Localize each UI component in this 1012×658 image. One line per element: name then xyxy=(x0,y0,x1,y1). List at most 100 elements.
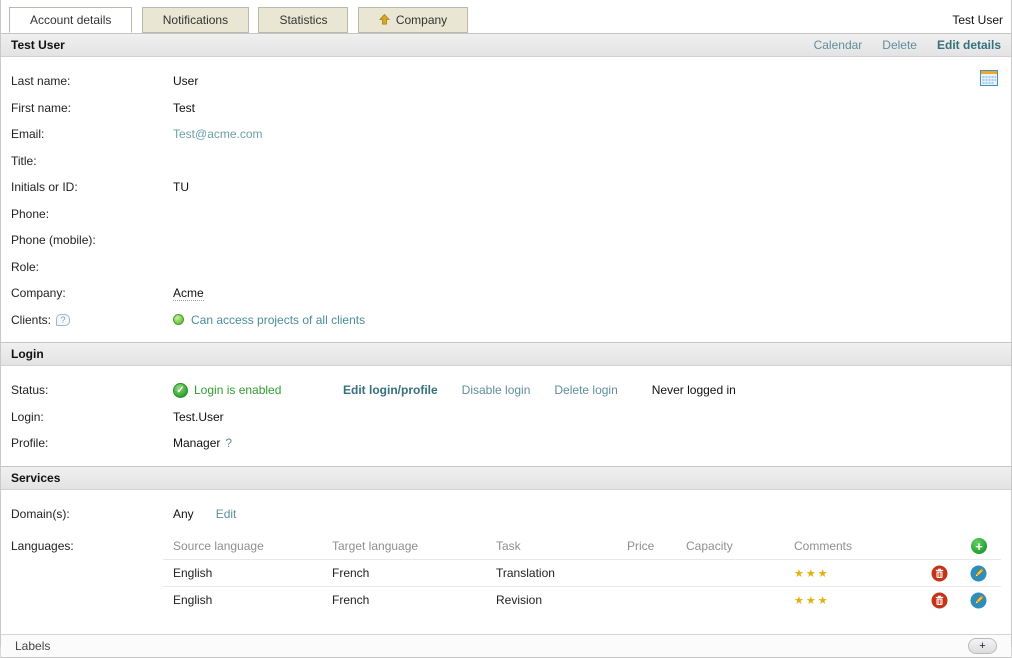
login-enabled-status: ✓ Login is enabled xyxy=(173,383,313,398)
edit-language-icon[interactable] xyxy=(970,565,987,582)
check-icon: ✓ xyxy=(173,383,188,398)
field-value-text: TU xyxy=(173,180,189,194)
profile-help-link[interactable]: ? xyxy=(225,436,232,450)
tab-company[interactable]: Company xyxy=(358,7,468,33)
delete-link[interactable]: Delete xyxy=(882,38,917,52)
field-label: First name: xyxy=(11,101,71,115)
edit-login-profile-link[interactable]: Edit login/profile xyxy=(343,383,438,397)
field-label: Last name: xyxy=(11,74,70,88)
add-label-button[interactable]: + xyxy=(968,638,997,654)
services-section-title: Services xyxy=(11,471,60,485)
col-capacity: Capacity xyxy=(686,539,794,553)
tab-account-details[interactable]: Account details xyxy=(9,7,132,33)
page-title: Test User xyxy=(11,38,65,52)
language-row: English French Revision ★★★ xyxy=(163,586,1001,613)
field-label-wrap: Title: xyxy=(11,154,173,168)
languages-table: Source language Target language Task Pri… xyxy=(163,533,1001,613)
field-row: Last name: User xyxy=(1,68,1011,95)
source-language-cell: English xyxy=(163,566,332,580)
profile-label: Profile: xyxy=(11,436,173,450)
status-value-area: ✓ Login is enabled Edit login/profile Di… xyxy=(173,383,736,398)
domains-row: Domain(s): Any Edit xyxy=(1,501,1011,528)
add-language-button[interactable]: + xyxy=(971,538,987,554)
labels-bar: Labels + xyxy=(1,634,1011,658)
field-label-wrap: Last name: xyxy=(11,74,173,88)
field-label-wrap: First name: xyxy=(11,101,173,115)
comments-rating: ★★★ xyxy=(794,594,917,607)
tab-notifications[interactable]: Notifications xyxy=(142,7,249,33)
header-actions: Calendar Delete Edit details xyxy=(814,38,1001,52)
field-row: Clients: ? Can access projects of all cl… xyxy=(1,307,1011,334)
row-actions-cell xyxy=(917,565,1001,582)
field-value: Test@acme.com xyxy=(173,127,263,141)
login-fields: Status: ✓ Login is enabled Edit login/pr… xyxy=(1,366,1011,466)
field-value: Can access projects of all clients xyxy=(173,313,365,327)
field-label-wrap: Clients: ? xyxy=(11,313,173,327)
user-header-bar: Test User Calendar Delete Edit details xyxy=(1,33,1011,57)
languages-table-header: Source language Target language Task Pri… xyxy=(163,533,1001,559)
delete-language-icon[interactable] xyxy=(931,592,948,609)
field-value-text: User xyxy=(173,74,198,88)
field-label-wrap: Phone: xyxy=(11,207,173,221)
col-comments: Comments xyxy=(794,539,917,553)
tab-label: Notifications xyxy=(163,13,228,27)
never-logged-in-text: Never logged in xyxy=(652,383,736,397)
field-row: Phone (mobile): xyxy=(1,227,1011,254)
target-language-cell: French xyxy=(332,593,496,607)
task-cell: Revision xyxy=(496,593,627,607)
domains-edit-link[interactable]: Edit xyxy=(216,507,237,521)
field-value-text: Can access projects of all clients xyxy=(191,313,365,327)
field-row: Company: Acme xyxy=(1,280,1011,307)
field-label: Title: xyxy=(11,154,37,168)
tab-label: Statistics xyxy=(279,13,327,27)
edit-language-icon[interactable] xyxy=(970,592,987,609)
header-actions-cell: + xyxy=(917,538,1001,554)
col-source-language: Source language xyxy=(163,539,332,553)
field-row: Title: xyxy=(1,148,1011,175)
field-value-text: Test@acme.com xyxy=(173,127,263,141)
field-row: Initials or ID: TU xyxy=(1,174,1011,201)
domains-value: Any xyxy=(173,507,194,521)
field-value: TU xyxy=(173,180,189,194)
field-label: Email: xyxy=(11,127,44,141)
services-section-bar: Services xyxy=(1,466,1011,490)
task-cell: Translation xyxy=(496,566,627,580)
field-label-wrap: Email: xyxy=(11,127,173,141)
edit-details-link[interactable]: Edit details xyxy=(937,38,1001,52)
field-value-text: Acme xyxy=(173,286,204,300)
field-value: Test xyxy=(173,101,195,115)
status-row: Status: ✓ Login is enabled Edit login/pr… xyxy=(1,377,1011,404)
login-section-title: Login xyxy=(11,347,44,361)
tab-strip: Account details Notifications Statistics… xyxy=(1,0,1011,33)
login-row: Login: Test.User xyxy=(1,404,1011,431)
col-task: Task xyxy=(496,539,627,553)
up-arrow-icon xyxy=(379,9,390,33)
comments-rating: ★★★ xyxy=(794,567,917,580)
profile-value: Manager xyxy=(173,436,220,450)
calendar-link[interactable]: Calendar xyxy=(814,38,863,52)
delete-language-icon[interactable] xyxy=(931,565,948,582)
login-label: Login: xyxy=(11,410,173,424)
login-enabled-text: Login is enabled xyxy=(194,383,281,397)
languages-label: Languages: xyxy=(11,533,163,553)
field-label: Company: xyxy=(11,286,66,300)
source-language-cell: English xyxy=(163,593,332,607)
tab-statistics[interactable]: Statistics xyxy=(258,7,348,33)
green-status-icon xyxy=(173,314,184,325)
domains-label: Domain(s): xyxy=(11,507,173,521)
tab-label: Company xyxy=(396,13,447,27)
field-value: Acme xyxy=(173,286,204,301)
field-label: Role: xyxy=(11,260,39,274)
calendar-icon[interactable] xyxy=(980,70,998,89)
profile-row: Profile: Manager ? xyxy=(1,430,1011,457)
language-row: English French Translation ★★★ xyxy=(163,559,1001,586)
field-value: User xyxy=(173,74,198,88)
row-actions-cell xyxy=(917,592,1001,609)
col-target-language: Target language xyxy=(332,539,496,553)
disable-login-link[interactable]: Disable login xyxy=(462,383,531,397)
help-icon[interactable]: ? xyxy=(56,314,70,326)
field-row: Role: xyxy=(1,254,1011,281)
field-label-wrap: Company: xyxy=(11,286,173,300)
field-label: Clients: xyxy=(11,313,51,327)
delete-login-link[interactable]: Delete login xyxy=(554,383,617,397)
